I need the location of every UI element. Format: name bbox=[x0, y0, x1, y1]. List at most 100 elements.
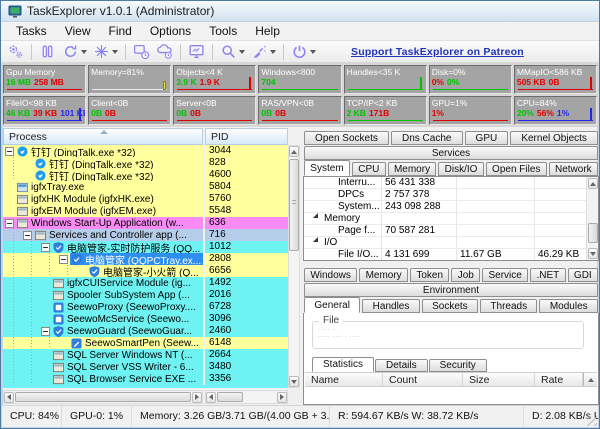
process-name-cell[interactable]: 电脑管家-小火箭 (Q... bbox=[3, 265, 203, 277]
process-row[interactable]: 钉钉 (DingTalk.exe *32)3044 bbox=[3, 145, 300, 157]
process-pid-cell[interactable]: 2016 bbox=[205, 289, 288, 301]
process-name-cell[interactable]: igfxHK Module (igfxHK.exe) bbox=[3, 193, 203, 205]
scroll-left-icon[interactable] bbox=[206, 392, 216, 403]
process-name-cell[interactable]: 钉钉 (DingTalk.exe *32) bbox=[3, 169, 203, 181]
expand-all-button[interactable] bbox=[90, 42, 121, 62]
process-row[interactable]: SQL Browser Service EXE ...3356 bbox=[3, 373, 300, 385]
process-row[interactable]: SeewoMcService (Seewo...3096 bbox=[3, 313, 300, 325]
process-name-cell[interactable]: igfxEM Module (igfxEM.exe) bbox=[3, 205, 203, 217]
meter-gpu-memory[interactable]: Gpu Memory16 MB258 MB bbox=[3, 65, 86, 94]
system-table-row[interactable]: Interru...56 431 338 bbox=[304, 177, 598, 189]
meter-handles-35-k[interactable]: Handles<35 K bbox=[344, 65, 427, 94]
process-row[interactable]: Services and Controller app (...716 bbox=[3, 229, 300, 241]
refresh-button[interactable] bbox=[59, 42, 90, 62]
process-pid-cell[interactable]: 6656 bbox=[205, 265, 288, 277]
patreon-link[interactable]: Support TaskExplorer on Patreon bbox=[351, 46, 524, 58]
system-table-scrollbar[interactable] bbox=[586, 177, 598, 260]
collapse-minus-icon[interactable] bbox=[59, 255, 68, 264]
scroll-thumb[interactable] bbox=[588, 223, 598, 243]
dropdown-arrow-icon[interactable] bbox=[112, 50, 118, 54]
process-name-cell[interactable]: SeewoProxy (SeewoProxy.... bbox=[3, 301, 203, 313]
meter-ras-vpn-0b[interactable]: RAS/VPN<0B0B0B bbox=[258, 96, 341, 125]
scroll-right-icon[interactable] bbox=[192, 392, 202, 403]
process-pid-cell[interactable]: 2808 bbox=[205, 253, 288, 265]
process-name-cell[interactable]: SQL Server VSS Writer - 6... bbox=[3, 361, 203, 373]
tree-collapse-toggle[interactable] bbox=[57, 255, 70, 264]
find-button[interactable] bbox=[217, 42, 248, 62]
tab-gdi[interactable]: GDI bbox=[568, 268, 598, 282]
resize-grip[interactable] bbox=[587, 416, 597, 426]
system-table-row[interactable]: Page f...70 587 281 bbox=[304, 225, 598, 237]
meter-tcp-ip-2-kb[interactable]: TCP/IP<2 KB2 KB171B bbox=[344, 96, 427, 125]
process-name-cell[interactable]: SQL Server Windows NT (... bbox=[3, 349, 203, 361]
process-row[interactable]: Spooler SubSystem App (...2016 bbox=[3, 289, 300, 301]
collapse-minus-icon[interactable] bbox=[41, 327, 50, 336]
dropdown-arrow-icon[interactable] bbox=[270, 50, 276, 54]
column-header-name[interactable]: Name bbox=[305, 373, 383, 386]
selected-process[interactable]: 电脑管家 (QQPCTray.ex... bbox=[70, 253, 203, 265]
meter-memory-81-[interactable]: Memory=81% bbox=[88, 65, 171, 94]
meter-windows-800[interactable]: Windows<800704 bbox=[258, 65, 341, 94]
process-name-cell[interactable]: 电脑管家-实时防护服务 (QQ... bbox=[3, 241, 203, 253]
process-horizontal-scrollbar[interactable] bbox=[3, 390, 203, 404]
process-row[interactable]: igfxEM Module (igfxEM.exe)5548 bbox=[3, 205, 300, 217]
collapse-minus-icon[interactable] bbox=[5, 219, 14, 228]
title-bar[interactable]: TaskExplorer v1.0.1 (Administrator) bbox=[1, 1, 599, 22]
process-pid-cell[interactable]: 6728 bbox=[205, 301, 288, 313]
tab-security[interactable]: Security bbox=[429, 359, 487, 372]
tab-gpu[interactable]: GPU bbox=[465, 131, 509, 145]
process-row[interactable]: Windows Start-Up Application (w...636 bbox=[3, 217, 300, 229]
scroll-right-icon[interactable] bbox=[277, 392, 287, 403]
meter-objects-4-k[interactable]: Objects<4 K3.9 K1.9 K bbox=[173, 65, 256, 94]
collapse-minus-icon[interactable] bbox=[23, 231, 32, 240]
tab-general[interactable]: General bbox=[304, 297, 360, 313]
system-table-row[interactable]: DPCs2 757 378 bbox=[304, 189, 598, 201]
process-row[interactable]: 电脑管家 (QQPCTray.ex...2808 bbox=[3, 253, 300, 265]
process-name-cell[interactable]: SeewoSmartPen (Seew... bbox=[3, 337, 203, 349]
process-row[interactable]: SQL Server VSS Writer - 6...3480 bbox=[3, 361, 300, 373]
process-pid-cell[interactable]: 716 bbox=[205, 229, 288, 241]
tab-system[interactable]: System bbox=[304, 160, 350, 176]
process-pid-cell[interactable]: 3356 bbox=[205, 373, 288, 385]
tab-threads[interactable]: Threads bbox=[480, 299, 537, 313]
tab-open-sockets[interactable]: Open Sockets bbox=[304, 131, 389, 145]
pause-button[interactable] bbox=[36, 42, 59, 62]
tab-services[interactable]: Services bbox=[304, 146, 598, 160]
process-pid-cell[interactable]: 5760 bbox=[205, 193, 288, 205]
tab-dns-cache[interactable]: Dns Cache bbox=[391, 131, 463, 145]
system-table-row[interactable]: I/O bbox=[304, 237, 598, 249]
tab-service[interactable]: Service bbox=[482, 268, 528, 282]
tab-cpu[interactable]: CPU bbox=[352, 162, 386, 176]
menu-item-tools[interactable]: Tools bbox=[200, 22, 246, 41]
tree-collapse-toggle[interactable] bbox=[39, 243, 52, 252]
scroll-down-icon[interactable] bbox=[588, 248, 598, 259]
process-row[interactable]: igfxCUIService Module (ig...1492 bbox=[3, 277, 300, 289]
scroll-thumb[interactable] bbox=[15, 392, 191, 402]
scroll-up-icon[interactable] bbox=[583, 373, 597, 386]
scroll-thumb[interactable] bbox=[289, 159, 299, 251]
meter-disk-0-[interactable]: Disk=0%0%0% bbox=[429, 65, 512, 94]
process-pid-cell[interactable]: 2460 bbox=[205, 325, 288, 337]
tab-sockets[interactable]: Sockets bbox=[422, 299, 478, 313]
process-vertical-scrollbar[interactable] bbox=[288, 145, 300, 388]
menu-item-help[interactable]: Help bbox=[246, 22, 289, 41]
process-pid-cell[interactable]: 4600 bbox=[205, 169, 288, 181]
column-header-count[interactable]: Count bbox=[383, 373, 463, 386]
system-table-row[interactable]: File I/O...4 131 69911.67 GB46.29 KB bbox=[304, 249, 598, 261]
column-header-process[interactable]: Process bbox=[3, 128, 203, 145]
menu-item-view[interactable]: View bbox=[56, 22, 100, 41]
tab-open-files[interactable]: Open Files bbox=[486, 162, 547, 176]
process-pid-cell[interactable]: 828 bbox=[205, 157, 288, 169]
process-name-cell[interactable]: 钉钉 (DingTalk.exe *32) bbox=[3, 157, 203, 169]
dropdown-arrow-icon[interactable] bbox=[239, 50, 245, 54]
process-pid-cell[interactable]: 6148 bbox=[205, 337, 288, 349]
process-row[interactable]: igfxTray.exe5804 bbox=[3, 181, 300, 193]
process-pid-cell[interactable]: 3096 bbox=[205, 313, 288, 325]
scroll-down-icon[interactable] bbox=[289, 376, 299, 387]
tab-statistics[interactable]: Statistics bbox=[312, 357, 374, 372]
process-pid-cell[interactable]: 1012 bbox=[205, 241, 288, 253]
menu-item-find[interactable]: Find bbox=[99, 22, 140, 41]
meter-mmapio-586-kb[interactable]: MMapIO<586 KB505 KB0B bbox=[514, 65, 597, 94]
tab-modules[interactable]: Modules bbox=[539, 299, 598, 313]
cleanup-brush-button[interactable] bbox=[248, 42, 279, 62]
